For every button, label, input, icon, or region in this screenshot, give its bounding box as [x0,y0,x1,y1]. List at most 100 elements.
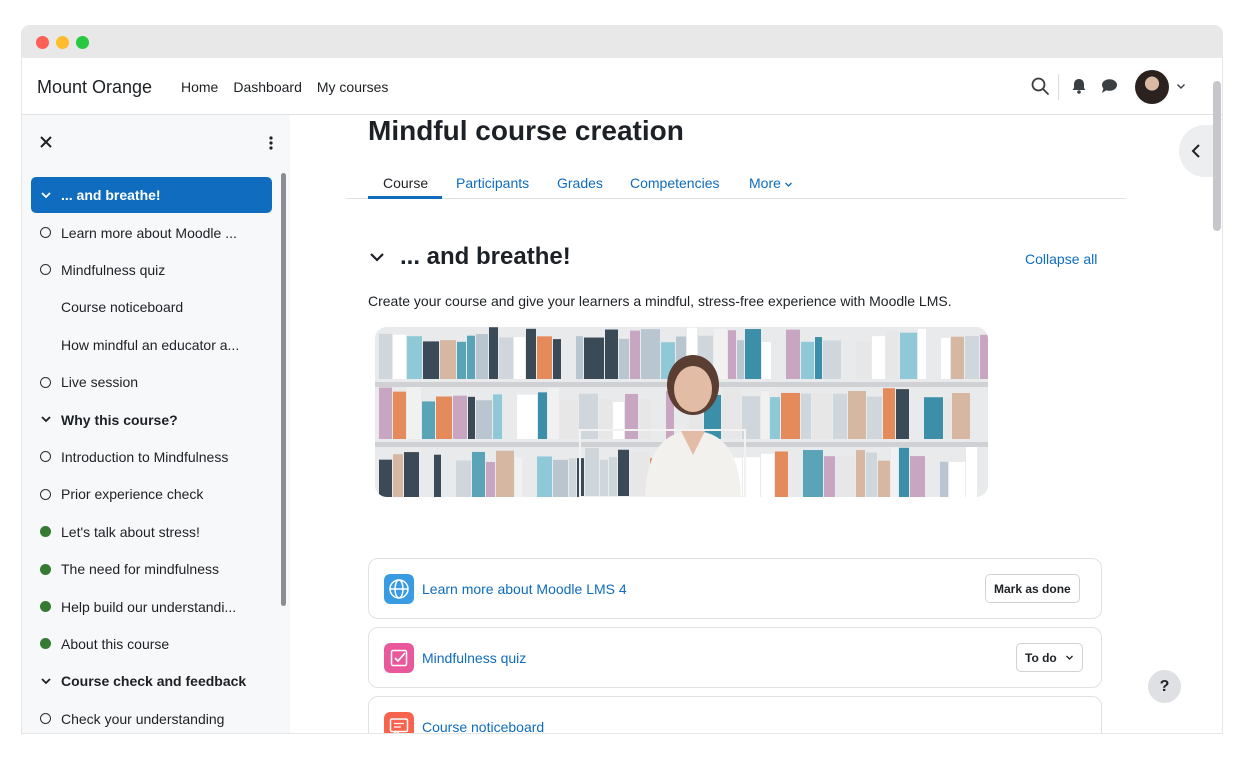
course-index-item[interactable]: Live session [31,364,272,401]
nav-link-my-courses[interactable]: My courses [317,79,389,95]
course-index-label: Live session [61,374,139,391]
notification-bell-icon[interactable] [1069,76,1089,96]
tab-more-label: More [749,175,781,191]
book-spine [393,391,406,439]
book-spine [775,451,788,497]
site-brand[interactable]: Mount Orange [37,77,152,98]
activity-link[interactable]: Learn more about Moodle LMS 4 [422,581,627,597]
book-spine [856,341,871,379]
navbar-divider [1058,74,1059,100]
course-index-item[interactable]: How mindful an educator a... [31,326,272,363]
book-spine [548,388,559,439]
nav-link-home[interactable]: Home [181,79,218,95]
close-drawer-icon[interactable] [38,134,54,150]
course-index-item[interactable]: Introduction to Mindfulness [31,438,272,475]
book-spine [856,450,865,497]
book-spine [440,340,456,379]
book-spine [379,459,392,497]
course-index-section[interactable]: Course check and feedback [31,663,272,700]
tab-participants[interactable]: Participants [456,175,529,191]
maximize-window-button[interactable] [76,36,89,49]
incomplete-circle-icon [40,451,51,463]
course-index-item[interactable]: Prior experience check [31,476,272,513]
book-spine [900,332,917,379]
course-index-drawer: ... and breathe! Learn more about Moodle … [22,115,290,733]
messages-icon[interactable] [1099,76,1119,96]
course-index-item[interactable]: Help build our understandi... [31,588,272,625]
close-window-button[interactable] [36,36,49,49]
book-spine [457,341,466,379]
chevron-down-icon[interactable] [40,675,52,687]
book-spine [878,460,890,497]
nav-link-dashboard[interactable]: Dashboard [233,79,302,95]
book-spine [515,457,522,497]
course-index-label: How mindful an educator a... [61,336,240,353]
book-spine [801,393,811,439]
book-spine [486,461,495,497]
course-index-item[interactable]: Course noticeboard [31,289,272,326]
user-avatar[interactable] [1135,70,1169,104]
collapse-all-link[interactable]: Collapse all [1025,251,1097,267]
book-spine [781,392,800,439]
book-spine [786,329,800,379]
book-spine [605,329,618,379]
book-spine [584,337,604,379]
book-spine [761,391,769,439]
course-index-item[interactable]: Learn more about Moodle ... [31,214,272,251]
course-index-item[interactable]: Check your understanding [31,700,272,733]
activity-card[interactable]: Mindfulness quiz To do [368,627,1102,688]
tab-competencies[interactable]: Competencies [630,175,720,191]
help-button[interactable]: ? [1148,670,1181,703]
mark-as-done-button[interactable]: Mark as done [985,574,1080,603]
drawer-scrollbar[interactable] [281,173,286,606]
activity-card[interactable]: Learn more about Moodle LMS 4 Mark as do… [368,558,1102,619]
tab-course[interactable]: Course [383,175,428,191]
course-index-item[interactable]: Let's talk about stress! [31,513,272,550]
book-spine [379,387,392,439]
user-menu-chevron-down-icon[interactable] [1175,80,1187,92]
course-index-label: Learn more about Moodle ... [61,224,237,241]
tab-more[interactable]: More [749,175,793,191]
book-spine [641,329,660,379]
course-index-label: Mindfulness quiz [61,262,166,279]
book-spine [722,387,741,439]
open-block-drawer-button[interactable] [1179,125,1217,177]
to-do-label: To do [1025,650,1057,665]
book-spine [836,455,855,497]
book-spine [824,456,835,497]
book-spine [899,447,909,497]
course-index-item[interactable]: About this course [31,625,272,662]
course-index-item[interactable]: The need for mindfulness [31,551,272,588]
book-spine [966,447,977,497]
book-spine [815,337,822,379]
minimize-window-button[interactable] [56,36,69,49]
activity-card[interactable]: Course noticeboard [368,696,1102,733]
chevron-left-icon [1191,144,1200,158]
book-spine [891,447,898,497]
book-spine [434,454,441,497]
course-index-label: Help build our understandi... [61,598,237,615]
activity-link[interactable]: Mindfulness quiz [422,650,526,666]
chevron-down-icon[interactable] [40,413,52,425]
to-do-dropdown[interactable]: To do [1016,643,1083,672]
search-icon[interactable] [1030,76,1050,96]
kebab-menu-icon[interactable] [268,135,274,151]
section-collapse-chevron-icon[interactable] [368,248,386,266]
course-index-label: About this course [61,635,170,652]
book-spine [801,341,814,379]
book-spine [728,330,736,379]
page-scrollbar[interactable] [1213,81,1221,231]
book-spine [745,329,761,379]
activity-link[interactable]: Course noticeboard [422,719,544,733]
chevron-down-icon[interactable] [40,189,52,201]
course-index-label: Course noticeboard [61,299,184,316]
book-spine [517,394,537,439]
course-index-section[interactable]: Why this course? [31,401,272,438]
course-tabs: Course Participants Grades Competencies … [346,155,1126,199]
incomplete-circle-icon [40,376,51,388]
book-spine [761,453,774,497]
book-spine [538,392,547,439]
tab-grades[interactable]: Grades [557,175,603,191]
course-index-section[interactable]: ... and breathe! [31,177,272,213]
course-index-item[interactable]: Mindfulness quiz [31,251,272,288]
